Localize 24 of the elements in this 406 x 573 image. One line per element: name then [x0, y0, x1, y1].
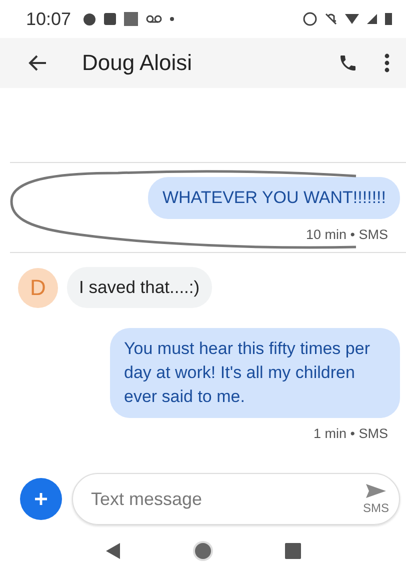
- send-button[interactable]: SMS: [362, 483, 389, 515]
- contact-avatar: D: [18, 268, 58, 308]
- message-timestamp: 10 min • SMS: [306, 227, 388, 242]
- signal-icon: [367, 14, 377, 24]
- plus-icon: [34, 492, 48, 506]
- recents-nav-icon[interactable]: [284, 543, 301, 559]
- received-message: I saved that....:): [67, 267, 212, 308]
- message-timestamp: 1 min • SMS: [314, 426, 388, 441]
- home-nav-icon[interactable]: [192, 540, 214, 562]
- sent-message: WHATEVER YOU WANT!!!!!!!: [148, 177, 400, 219]
- battery-icon: [385, 13, 392, 25]
- more-options-icon[interactable]: [384, 53, 390, 73]
- send-icon: [364, 483, 387, 499]
- phone-icon[interactable]: [338, 53, 358, 73]
- voicemail-icon: [146, 15, 162, 23]
- add-attachment-button[interactable]: [20, 478, 62, 520]
- clock-time: 10:07: [26, 8, 72, 30]
- back-nav-icon[interactable]: [105, 542, 122, 560]
- dot-icon: [170, 17, 174, 21]
- contact-name: Doug Aloisi: [82, 50, 194, 76]
- back-button[interactable]: [28, 53, 48, 73]
- wifi-icon: [345, 14, 359, 24]
- sent-message: You must hear this fifty times per day at work! It's all my children ever said to me.: [110, 328, 400, 418]
- message-input[interactable]: Text message SMS: [72, 473, 400, 525]
